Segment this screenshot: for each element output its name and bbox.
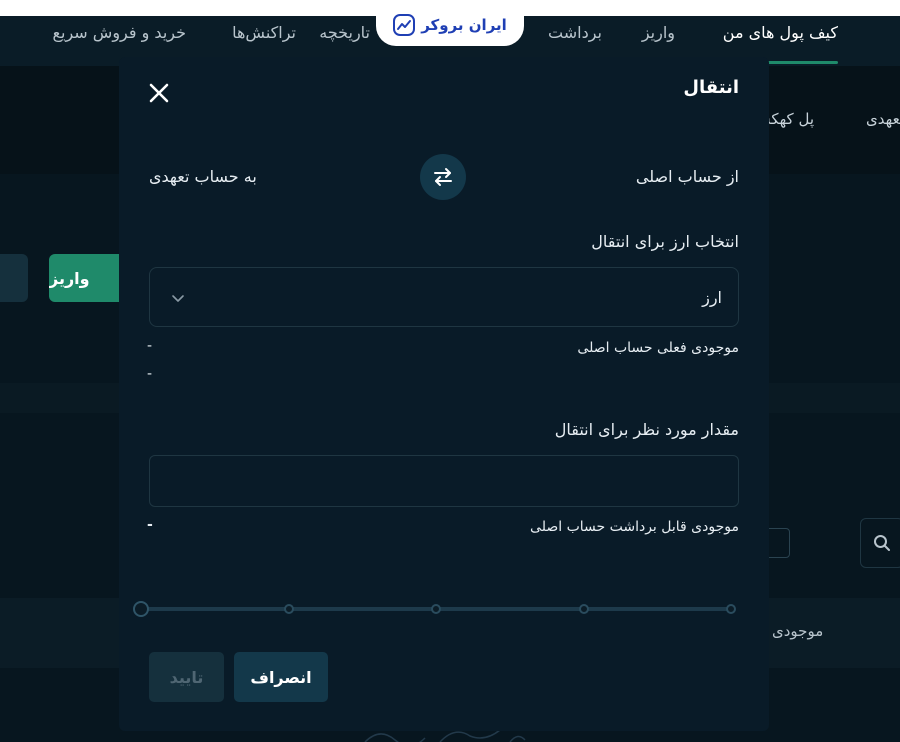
amount-label: مقدار مورد نظر برای انتقال xyxy=(554,420,739,439)
nav-item-transactions[interactable]: تراکنش‌ها xyxy=(232,23,296,42)
brand-logo[interactable]: ایران بروکر xyxy=(376,4,524,46)
withdrawable-balance-label: موجودی قابل برداشت حساب اصلی xyxy=(530,519,739,535)
modal-title: انتقال xyxy=(683,77,739,98)
currency-select-value: ارز xyxy=(702,288,722,307)
slider-thumb[interactable] xyxy=(133,601,149,617)
currency-select[interactable]: ارز xyxy=(149,267,739,327)
slider-step-marker[interactable] xyxy=(726,604,736,614)
current-balance-value: - xyxy=(147,338,153,354)
from-account-label: از حساب اصلی xyxy=(635,167,739,186)
slider-step-marker[interactable] xyxy=(431,604,441,614)
withdrawable-balance-value: - xyxy=(147,517,153,533)
nav-item-history[interactable]: تاریخچه xyxy=(319,23,370,42)
close-icon xyxy=(149,83,169,103)
current-balance-label: موجودی فعلی حساب اصلی xyxy=(577,340,739,356)
subtab-commitment[interactable]: تعهدی xyxy=(866,110,900,128)
to-account-label: به حساب تعهدی xyxy=(149,167,257,186)
nav-item-my-wallets[interactable]: کیف پول های من xyxy=(723,23,838,42)
background-button[interactable] xyxy=(0,254,28,302)
currency-section-label: انتخاب ارز برای انتقال xyxy=(591,232,739,251)
brand-name: ایران بروکر xyxy=(421,16,507,34)
swap-accounts-button[interactable] xyxy=(420,154,466,200)
nav-item-withdraw[interactable]: برداشت xyxy=(548,23,602,42)
secondary-balance-value: - xyxy=(147,366,153,382)
nav-item-deposit[interactable]: واریز xyxy=(642,23,675,42)
chart-logo-icon xyxy=(393,14,416,36)
balance-column-header: موجودی xyxy=(772,622,824,640)
swap-arrows-icon xyxy=(434,168,452,186)
transfer-modal: انتقال از حساب اصلی به حساب تعهدی انتخاب… xyxy=(119,57,769,731)
cancel-button[interactable]: انصراف xyxy=(234,652,328,702)
nav-item-quick-trade[interactable]: خرید و فروش سریع xyxy=(53,23,187,42)
close-button[interactable] xyxy=(147,81,171,105)
search-icon xyxy=(874,535,890,551)
search-button[interactable] xyxy=(860,518,900,568)
slider-step-marker[interactable] xyxy=(578,604,589,614)
amount-input[interactable] xyxy=(149,455,739,507)
slider-step-marker[interactable] xyxy=(283,604,294,614)
amount-slider[interactable] xyxy=(133,598,737,620)
confirm-button[interactable]: تایید xyxy=(149,652,224,702)
chevron-down-icon xyxy=(172,295,184,302)
